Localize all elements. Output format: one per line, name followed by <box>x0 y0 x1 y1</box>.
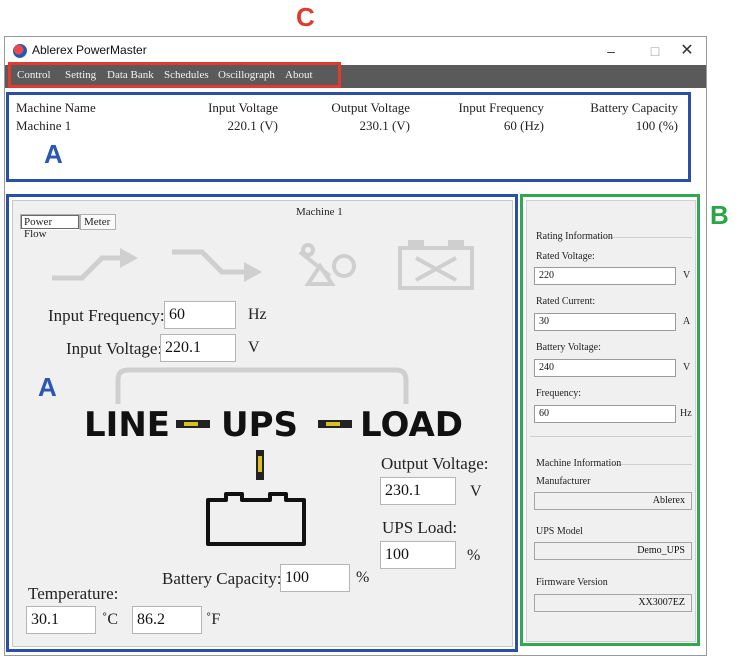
summary-highlight-box <box>6 92 691 182</box>
title-bar: Ablerex PowerMaster – □ ✕ <box>5 37 706 65</box>
annotation-a-main: A <box>38 372 57 402</box>
app-icon <box>13 44 27 58</box>
window-title: Ablerex PowerMaster <box>32 43 147 57</box>
info-highlight-box <box>520 194 700 646</box>
annotation-b: B <box>710 200 729 230</box>
menu-highlight-box <box>8 62 341 88</box>
annotation-c: C <box>296 2 315 32</box>
close-button[interactable]: ✕ <box>665 40 709 62</box>
annotation-a-top: A <box>44 139 63 169</box>
minimize-button[interactable]: – <box>589 40 633 62</box>
power-flow-highlight-box <box>6 194 518 652</box>
